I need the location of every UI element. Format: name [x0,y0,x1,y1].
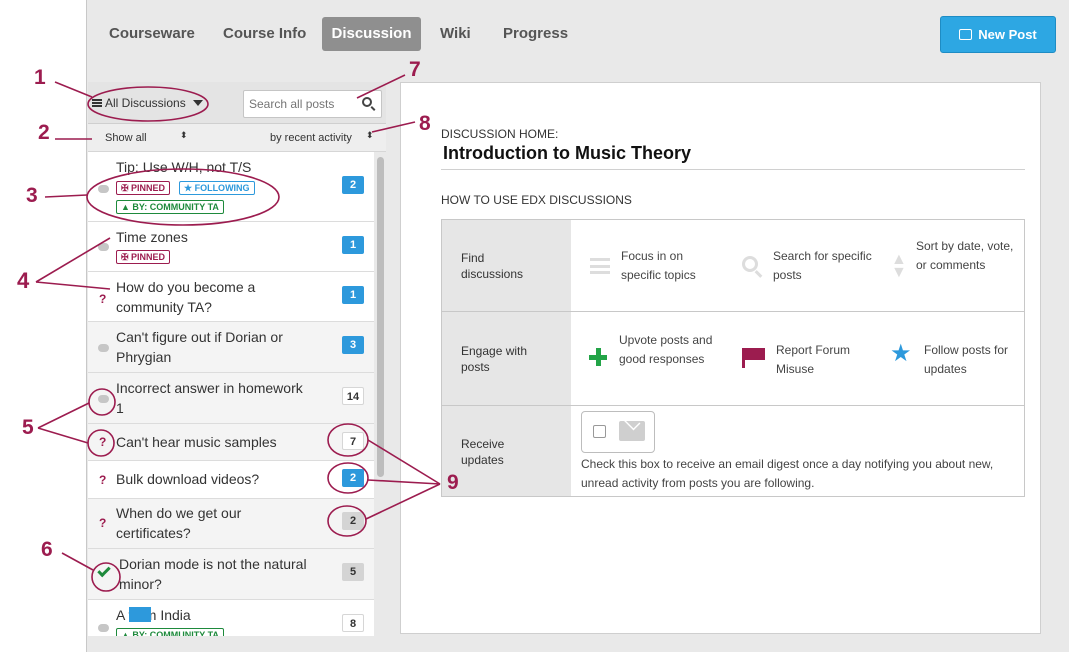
list-icon [590,258,610,274]
feature-text: Report Forum Misuse [776,343,851,376]
redacted-block [129,607,151,622]
response-count: 7 [342,432,364,450]
question-icon: ? [99,292,107,306]
search-input[interactable] [244,91,354,117]
row-heading-receive: Receive updates [442,406,571,496]
response-count: 1 [342,236,364,254]
thread-title: Dorian mode is not the natural minor? [119,556,307,592]
response-count: 14 [342,387,364,405]
scrollbar-thumb[interactable] [377,157,384,477]
annotation-5: 5 [22,416,34,439]
sort-select[interactable]: by recent activity [270,132,352,144]
feature-text: Sort by date, vote, or comments [916,239,1014,272]
community-ta-tag: ▲ BY: COMMUNITY TA [116,200,224,214]
annotation-9: 9 [447,471,459,494]
response-count: 5 [342,563,364,581]
feature-text: Focus in on specific topics [621,249,696,282]
email-digest-checkbox[interactable] [593,425,606,438]
plus-icon [589,348,607,366]
discussion-home-label: DISCUSSION HOME: [441,127,559,141]
thread-item[interactable]: ? Can't hear music samples 7 [88,424,374,461]
all-discussions-menu[interactable]: All Discussions [92,96,204,110]
pinned-tag: ✠ PINNED [116,181,171,195]
annotation-7: 7 [409,58,421,81]
response-count: 2 [342,176,364,194]
thread-title: Time zones [116,229,188,245]
thread-item[interactable]: A from India ▲ BY: COMMUNITY TA 8 [88,600,374,636]
feature-text: Upvote posts and good responses [619,333,713,366]
response-count: 3 [342,336,364,354]
thread-title: How do you become a community TA? [116,279,256,315]
chevron-down-icon [193,100,204,106]
feature-text: Follow posts for updates [924,343,1009,376]
show-all-filter[interactable]: Show all [105,132,147,144]
thread-item[interactable]: ? Bulk download videos? 2 [88,461,374,499]
discussion-icon [98,243,109,251]
feature-text: Search for specific posts [773,249,872,282]
discussion-icon [98,185,109,193]
new-post-button[interactable]: New Post [940,16,1056,53]
response-count: 1 [342,286,364,304]
question-icon: ? [99,435,107,449]
response-count: 8 [342,614,364,632]
howto-title: HOW TO USE EDX DISCUSSIONS [441,193,632,207]
annotation-2: 2 [38,121,50,144]
thread-title: Can't hear music samples [116,434,277,450]
question-icon: ? [99,473,107,487]
annotation-6: 6 [41,538,53,561]
question-icon: ? [99,516,107,530]
divider [441,169,1025,170]
search-icon[interactable] [362,97,372,107]
thread-item[interactable]: Tip: Use W/H, not T/S ✠ PINNED ★ FOLLOWI… [88,152,374,222]
star-icon: ★ [890,340,912,367]
thread-list: Tip: Use W/H, not T/S ✠ PINNED ★ FOLLOWI… [88,152,374,636]
tab-wiki[interactable]: Wiki [426,17,485,51]
tab-course-info[interactable]: Course Info [209,17,320,51]
thread-title: Incorrect answer in homework 1 [116,380,303,416]
thread-title: When do we get our certificates? [116,505,242,541]
thread-item[interactable]: ? How do you become a community TA? 1 [88,272,374,322]
thread-title: Bulk download videos? [116,471,260,487]
email-digest-text: Check this box to receive an email diges… [581,457,994,490]
page: Courseware Course Info Discussion Wiki P… [0,0,1069,652]
thread-item[interactable]: Time zones ✠ PINNED 1 [88,222,374,272]
edit-icon [959,29,973,40]
new-post-label: New Post [978,27,1037,42]
discussion-icon [98,624,109,632]
sort-arrows-icon[interactable]: ⬍ [366,130,374,141]
sort-icon: ▲ ▼ [891,251,907,281]
search-box[interactable] [243,90,382,118]
thread-title: Tip: Use W/H, not T/S [116,159,252,175]
row-heading-engage: Engage with posts [442,312,571,405]
tab-courseware[interactable]: Courseware [95,17,209,51]
filter-bar: Show all ⬍ by recent activity ⬍ [88,124,386,152]
thread-item[interactable]: Incorrect answer in homework 1 14 [88,373,374,424]
thread-item[interactable]: Can't figure out if Dorian or Phrygian 3 [88,322,374,373]
tab-discussion[interactable]: Discussion [322,17,421,51]
discussion-icon [98,395,109,403]
tab-progress[interactable]: Progress [489,17,582,51]
response-count: 2 [342,469,364,487]
all-discussions-label: All Discussions [105,96,186,110]
envelope-icon [619,413,645,441]
community-ta-tag: ▲ BY: COMMUNITY TA [116,628,224,636]
annotation-4: 4 [17,268,30,293]
annotation-3: 3 [26,184,38,207]
filter-sort-arrows-icon[interactable]: ⬍ [180,130,188,141]
thread-item[interactable]: Dorian mode is not the natural minor? 5 [88,549,374,600]
check-icon [97,563,111,578]
menu-icon [92,99,102,107]
row-heading-find: Find discussions [442,220,571,311]
annotation-8: 8 [419,112,431,135]
annotation-1: 1 [34,66,46,89]
flag-cloth [745,348,765,360]
thread-item[interactable]: ? When do we get our certificates? 2 [88,499,374,549]
pinned-tag: ✠ PINNED [116,250,171,264]
course-title: Introduction to Music Theory [443,143,691,163]
response-count: 2 [342,512,364,530]
following-tag: ★ FOLLOWING [179,181,255,195]
thread-title: Can't figure out if Dorian or Phrygian [116,329,283,365]
discussion-icon [98,344,109,352]
